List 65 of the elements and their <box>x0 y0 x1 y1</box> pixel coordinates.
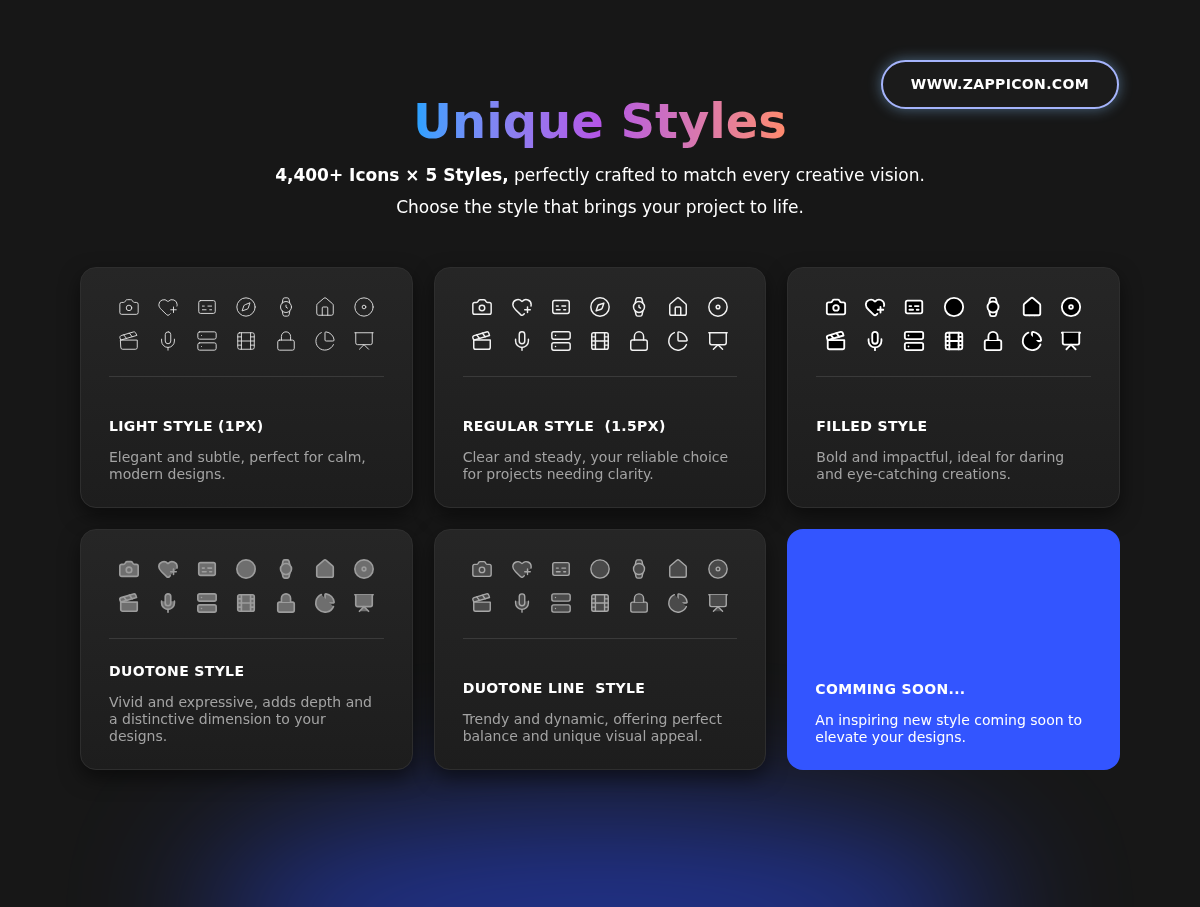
card-title: DUOTONE STYLE <box>109 662 246 681</box>
disc-icon <box>353 296 375 318</box>
presentation-board-icon <box>706 330 729 352</box>
card-description: Bold and impactful, ideal for daring and eye-catching creations. <box>816 449 1066 483</box>
presentation-board-icon <box>1060 330 1083 352</box>
server-icon <box>196 330 219 352</box>
card-title: REGULAR STYLE (1.5PX) <box>462 417 667 436</box>
server-icon <box>903 330 926 352</box>
card-description: An inspiring new style coming soon to elevate your designs. <box>815 712 1084 746</box>
clapperboard-icon <box>117 330 140 352</box>
card-title: COMMING SOON... <box>815 680 967 699</box>
heart-plus-icon <box>156 558 179 580</box>
card-description: Elegant and subtle, perfect for calm, modern designs. <box>109 449 367 483</box>
lock-icon <box>981 330 1004 352</box>
card-title: DUOTONE LINE STYLE <box>462 679 647 698</box>
subtitle-line: Choose the style that brings your project to life. <box>396 196 804 219</box>
disc-icon <box>706 296 729 318</box>
camera-icon <box>471 296 494 318</box>
heart-plus-icon <box>510 558 533 580</box>
card-description: Clear and steady, your reliable choice for projects needing clarity. <box>462 449 730 483</box>
house-icon <box>313 558 336 580</box>
subtitle-line: 4,400+ Icons × 5 Styles, perfectly crafted to match every creative vision. <box>275 164 925 187</box>
heart-plus-icon <box>156 296 179 318</box>
house-icon <box>667 558 690 580</box>
house-icon <box>313 296 336 318</box>
heart-plus-icon <box>510 296 533 318</box>
heart-plus-icon <box>864 296 887 318</box>
camera-icon <box>117 296 140 318</box>
clapperboard-icon <box>117 592 140 614</box>
website-link[interactable]: WWW.ZAPPICON.COM <box>880 60 1119 109</box>
server-icon <box>549 592 572 614</box>
pie-chart-icon <box>313 330 336 352</box>
pie-chart-icon <box>1021 330 1044 352</box>
lock-icon <box>628 330 651 352</box>
disc-icon <box>706 558 729 580</box>
film-icon <box>589 330 611 352</box>
lock-icon <box>274 330 297 352</box>
house-icon <box>667 296 690 318</box>
clapperboard-icon <box>471 330 494 352</box>
card-description: Vivid and expressive, adds depth and a distinctive dimension to your designs. <box>109 694 373 745</box>
card-title: LIGHT STYLE (1PX) <box>109 417 265 436</box>
card-title: FILLED STYLE <box>816 417 929 436</box>
clapperboard-icon <box>824 330 847 352</box>
presentation-board-icon <box>353 330 375 352</box>
pie-chart-icon <box>667 330 690 352</box>
presentation-board-icon <box>706 592 729 614</box>
lock-icon <box>274 592 297 614</box>
disc-icon <box>1060 296 1083 318</box>
pie-chart-icon <box>313 592 336 614</box>
film-icon <box>942 330 965 352</box>
presentation-board-icon <box>353 592 375 614</box>
film-icon <box>589 592 611 614</box>
camera-icon <box>824 296 847 318</box>
film-icon <box>235 592 258 614</box>
camera-icon <box>471 558 494 580</box>
film-icon <box>235 330 258 352</box>
disc-icon <box>353 558 375 580</box>
server-icon <box>196 592 219 614</box>
camera-icon <box>117 558 140 580</box>
clapperboard-icon <box>471 592 494 614</box>
lock-icon <box>628 592 651 614</box>
house-icon <box>1021 296 1044 318</box>
card-description: Trendy and dynamic, offering perfect balance and unique visual appeal. <box>462 711 723 745</box>
server-icon <box>549 330 572 352</box>
pie-chart-icon <box>667 592 690 614</box>
